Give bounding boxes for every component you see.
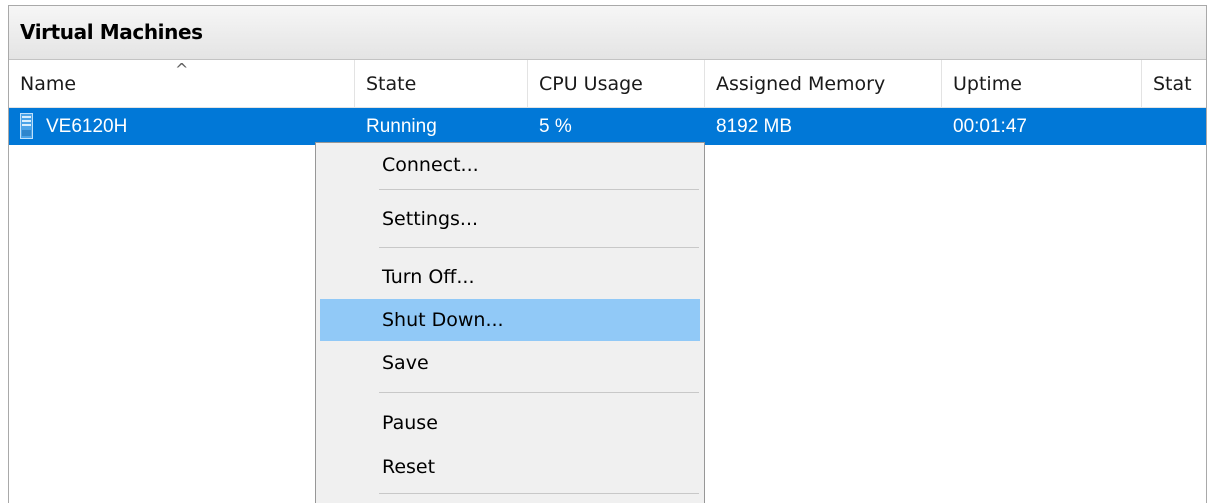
vm-name: VE6120H [46, 116, 128, 137]
menu-separator [379, 189, 699, 190]
menu-item-connect[interactable]: Connect... [320, 144, 700, 186]
menu-separator [379, 247, 699, 248]
menu-item-save[interactable]: Save [320, 342, 700, 384]
menu-item-turn-off[interactable]: Turn Off... [320, 256, 700, 298]
table-row[interactable]: VE6120H Running 5 % 8192 MB 00:01:47 [9, 108, 1206, 145]
column-header-name[interactable]: Name ^ [9, 60, 355, 108]
menu-item-shut-down[interactable]: Shut Down... [320, 299, 700, 341]
vm-cpu-usage: 5 % [539, 116, 572, 137]
column-header-row: Name ^ State CPU Usage Assigned Memory U… [9, 60, 1206, 108]
pane-title-bar: Virtual Machines [9, 6, 1206, 60]
column-label-assigned-memory: Assigned Memory [716, 73, 886, 95]
column-label-state: State [366, 73, 417, 95]
vm-server-icon [20, 113, 33, 139]
menu-separator [379, 392, 699, 393]
pane-title: Virtual Machines [20, 20, 203, 44]
column-header-status[interactable]: Stat [1142, 60, 1206, 108]
menu-item-settings[interactable]: Settings... [320, 198, 700, 240]
column-label-uptime: Uptime [953, 73, 1022, 95]
column-header-cpu-usage[interactable]: CPU Usage [528, 60, 705, 108]
column-header-state[interactable]: State [355, 60, 528, 108]
context-menu: Connect... Settings... Turn Off... Shut … [315, 142, 705, 503]
vm-assigned-memory: 8192 MB [716, 116, 793, 137]
menu-item-reset[interactable]: Reset [320, 446, 700, 488]
column-label-status: Stat [1153, 73, 1192, 95]
vm-uptime: 00:01:47 [953, 116, 1027, 137]
vm-state: Running [366, 116, 437, 137]
column-label-name: Name [20, 73, 77, 95]
column-header-uptime[interactable]: Uptime [942, 60, 1142, 108]
column-header-assigned-memory[interactable]: Assigned Memory [705, 60, 942, 108]
menu-item-pause[interactable]: Pause [320, 402, 700, 444]
menu-separator [379, 493, 699, 494]
sort-ascending-icon: ^ [175, 60, 189, 79]
column-label-cpu-usage: CPU Usage [539, 73, 643, 95]
